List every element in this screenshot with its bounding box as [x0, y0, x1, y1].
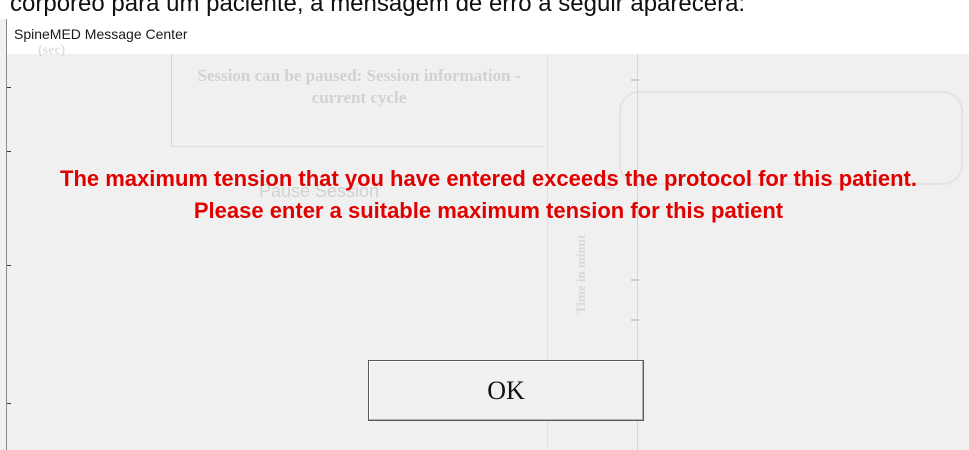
- ok-button[interactable]: OK: [368, 360, 644, 421]
- message-dialog: Session can be paused: Session informati…: [6, 19, 969, 450]
- background-axis-tick: [631, 319, 639, 321]
- screenshot-page: corpóreo para um paciente, a mensagem de…: [0, 0, 969, 450]
- background-sec-label: (sec): [38, 43, 66, 58]
- background-left-tick: [7, 265, 11, 266]
- error-message: The maximum tension that you have entere…: [60, 166, 917, 223]
- background-caption: corpóreo para um paciente, a mensagem de…: [10, 0, 746, 17]
- background-caption-strip: corpóreo para um paciente, a mensagem de…: [0, 0, 969, 19]
- background-axis-tick: [631, 279, 639, 281]
- background-left-tick: [7, 403, 11, 404]
- background-left-tick: [7, 151, 11, 152]
- background-left-tick: [7, 87, 11, 88]
- dialog-title: SpineMED Message Center: [14, 26, 188, 42]
- background-time-label: Time in minut: [573, 234, 588, 314]
- background-axis-tick: [631, 79, 639, 81]
- background-session-info: Session can be paused: Session informati…: [197, 66, 521, 107]
- dialog-titlebar[interactable]: SpineMED Message Center (sec): [7, 19, 969, 58]
